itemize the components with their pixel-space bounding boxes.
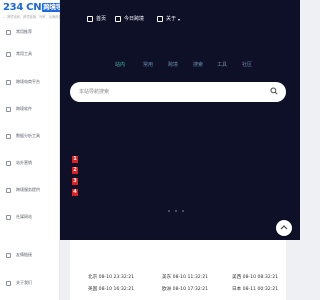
sidebar-item-label: 跨境服务提供 [16, 187, 40, 192]
hero-search-section: 站内 常用 跨境 搜索 工具 社区 本站导航搜索 1 2 3 4 [60, 42, 300, 240]
tab-site[interactable]: 站内 [115, 62, 125, 69]
info-icon [157, 16, 163, 22]
rank-badge: 3 [72, 177, 78, 185]
sidebar-item-platforms[interactable]: 跨境电商平台 [0, 76, 60, 88]
sidebar-item-marketing[interactable]: 站外营销 [0, 157, 60, 169]
tab-search[interactable]: 搜索 [193, 62, 203, 69]
carousel-dot[interactable] [182, 210, 184, 212]
sidebar-item-label: 社媒网站 [16, 214, 32, 219]
search-icon[interactable] [270, 87, 278, 95]
store-icon [6, 79, 11, 85]
clock-japan: 日本 08-11 00:32:21 [232, 287, 279, 292]
clock-uk: 英国 08-10 16:32:21 [88, 287, 135, 292]
rank-badge: 2 [72, 166, 78, 174]
carousel-dot[interactable] [168, 210, 170, 212]
list-item[interactable]: 2 [72, 166, 78, 174]
nav-today-label: 今日跨境 [124, 15, 145, 22]
tab-tools[interactable]: 工具 [217, 62, 227, 69]
chart-icon [6, 133, 11, 139]
carousel-dots [168, 210, 198, 214]
list-item[interactable]: 1 [72, 155, 78, 163]
sidebar-item-software[interactable]: 跨境软件 [0, 103, 60, 115]
list-item[interactable]: 3 [72, 177, 78, 185]
world-clock-panel: 北京 08-10 23:32:21 美东 08-10 11:32:21 美西 0… [70, 240, 286, 300]
social-icon [6, 214, 11, 220]
sidebar-item-label: 跨境软件 [16, 106, 32, 111]
sidebar-item-tools[interactable]: 常用工具 [0, 48, 60, 60]
megaphone-icon [6, 160, 11, 166]
search-input[interactable]: 本站导航搜索 [70, 82, 286, 102]
sidebar-item-label: 关于我们 [16, 280, 32, 285]
scroll-top-button[interactable] [276, 220, 292, 236]
sidebar-item-label: 站外营销 [16, 160, 32, 165]
clock-beijing: 北京 08-10 23:32:21 [88, 275, 135, 280]
lower-section: 北京 08-10 23:32:21 美东 08-10 11:32:21 美西 0… [60, 240, 300, 300]
sidebar-item-label: 常用推荐 [16, 29, 32, 34]
clock-us-west: 美西 08-10 08:32:21 [232, 275, 279, 280]
site-logo[interactable]: 234 CN 跨境导航 — 跨境电商、跨境营销、外贸、出海资源网站导航 [3, 2, 74, 22]
nav-home-label: 首页 [96, 15, 107, 22]
chevron-down-icon: ▾ [178, 16, 181, 22]
search-placeholder: 本站导航搜索 [79, 89, 110, 95]
search-tabs: 站内 常用 跨境 搜索 工具 社区 [115, 62, 275, 72]
sidebar-item-social[interactable]: 社媒网站 [0, 211, 60, 223]
sidebar-item-label: 友情链接 [16, 252, 32, 257]
rank-badge: 4 [72, 188, 78, 196]
list-item[interactable]: 4 [72, 188, 78, 196]
arrow-up-icon [280, 225, 288, 230]
home-icon [87, 16, 93, 22]
tab-common[interactable]: 常用 [143, 62, 153, 69]
app-icon [6, 106, 11, 112]
carousel-dot[interactable] [175, 210, 177, 212]
sidebar-item-analytics[interactable]: 数据分析工具 [0, 130, 60, 142]
service-icon [6, 187, 11, 193]
star-icon [6, 29, 11, 35]
clock-us-east: 美东 08-10 11:32:21 [162, 275, 209, 280]
sidebar-item-label: 跨境电商平台 [16, 79, 40, 84]
nav-about-label: 关于 [166, 15, 177, 22]
top-navbar: 首页 今日跨境 关于 ▾ [60, 0, 300, 42]
sidebar-item-services[interactable]: 跨境服务提供 [0, 184, 60, 196]
sidebar-item-label: 数据分析工具 [16, 133, 40, 138]
clock-europe: 欧洲 08-10 17:32:21 [162, 287, 209, 292]
nav-about-dropdown[interactable]: 关于 ▾ [157, 14, 180, 24]
sidebar-item-links[interactable]: 友情链接 [0, 249, 60, 261]
tab-community[interactable]: 社区 [242, 62, 252, 69]
sidebar-item-common[interactable]: 常用推荐 [0, 26, 60, 38]
tool-icon [6, 51, 11, 57]
calendar-icon [115, 16, 121, 22]
nav-home-link[interactable]: 首页 [87, 14, 106, 24]
sidebar-item-label: 常用工具 [16, 51, 32, 56]
rank-badge: 1 [72, 155, 78, 163]
info-icon [6, 280, 11, 286]
link-icon [6, 252, 11, 258]
tab-crossborder[interactable]: 跨境 [168, 62, 178, 69]
nav-today-link[interactable]: 今日跨境 [115, 14, 144, 24]
sidebar-item-about[interactable]: 关于我们 [0, 277, 60, 289]
sidebar: 234 CN 跨境导航 — 跨境电商、跨境营销、外贸、出海资源网站导航 常用推荐 … [0, 0, 74, 300]
